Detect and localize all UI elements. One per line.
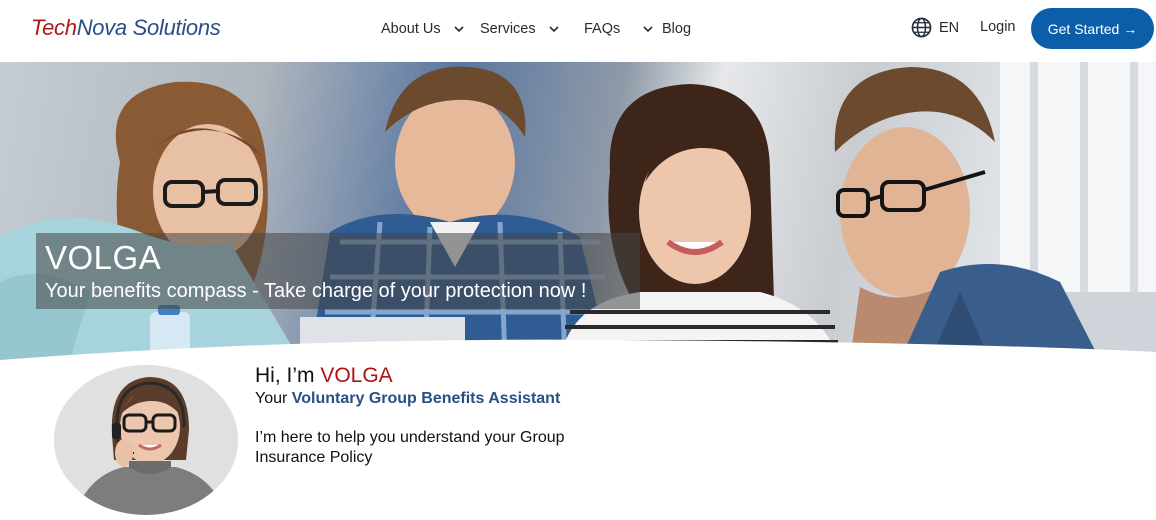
assistant-name: VOLGA xyxy=(320,364,393,387)
language-selector[interactable]: EN xyxy=(911,17,959,38)
nav-item-services[interactable]: Services xyxy=(480,18,560,40)
hero-wave-divider xyxy=(0,339,1156,360)
nav-item-about-us[interactable]: About Us xyxy=(381,18,465,40)
hero-photo xyxy=(0,62,1156,360)
nav-item-blog[interactable]: Blog xyxy=(662,18,691,40)
role-title: Voluntary Group Benefits Assistant xyxy=(291,390,561,407)
hero-title: VOLGA xyxy=(45,239,162,276)
language-label: EN xyxy=(939,19,960,36)
greeting: Hi, I’m VOLGA xyxy=(255,364,675,388)
assistant-description: I’m here to help you understand your Gro… xyxy=(255,429,565,466)
hero-banner: VOLGA Your benefits compass - Take charg… xyxy=(0,62,1156,360)
chevron-down-icon xyxy=(549,26,559,33)
assistant-intro: Hi, I’m VOLGA Your Voluntary Group Benef… xyxy=(255,364,675,468)
chevron-down-icon xyxy=(643,26,653,33)
nav-label: Blog xyxy=(662,21,692,37)
hero-subtitle: Your benefits compass - Take charge of y… xyxy=(45,280,587,302)
chevron-down-icon xyxy=(454,26,464,33)
site-header: TechNova Solutions About Us Services FAQ… xyxy=(0,0,1156,62)
get-started-button[interactable]: Get Started → xyxy=(1031,8,1154,49)
nav-item-faqs[interactable]: FAQs xyxy=(584,18,654,40)
globe-icon xyxy=(911,17,932,38)
nav-label: About Us xyxy=(381,21,441,37)
logo-text-part2: Nova Solutions xyxy=(76,15,221,40)
login-link[interactable]: Login xyxy=(980,19,1015,35)
role-prefix: Your xyxy=(255,390,292,407)
brand-logo[interactable]: TechNova Solutions xyxy=(31,15,221,41)
logo-text-part1: Tech xyxy=(31,15,77,40)
hero-caption-box: VOLGA Your benefits compass - Take charg… xyxy=(36,233,640,309)
assistant-role: Your Voluntary Group Benefits Assistant xyxy=(255,390,675,408)
assistant-avatar xyxy=(54,365,238,515)
nav-label: FAQs xyxy=(584,21,621,37)
greeting-prefix: Hi, I’m xyxy=(255,364,321,387)
nav-label: Services xyxy=(480,21,536,37)
